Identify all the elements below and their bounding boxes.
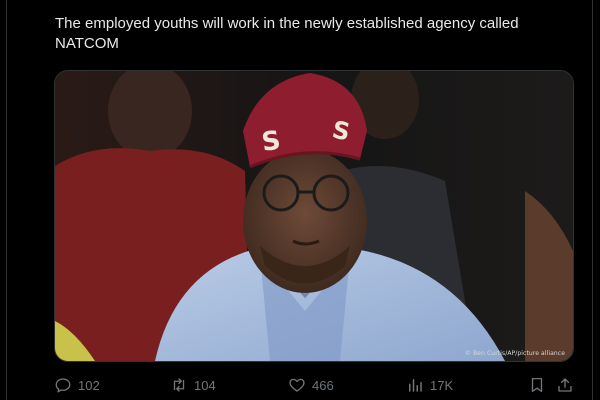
photo-illustration: S S (55, 71, 573, 361)
views-count: 17K (430, 377, 454, 393)
photo-credit: © Ben Curtis/AP/picture alliance (464, 350, 565, 357)
bookmark-icon (528, 376, 546, 394)
timeline-border-right (592, 0, 593, 400)
reply-icon (54, 376, 72, 394)
bookmark-button[interactable] (528, 372, 546, 398)
retweet-count: 104 (194, 377, 216, 393)
timeline-border-left (6, 0, 7, 400)
retweet-icon (170, 376, 188, 394)
like-count: 466 (312, 377, 334, 393)
reply-count: 102 (78, 377, 100, 393)
tweet-photo[interactable]: S S © Ben Curtis/AP/picture alliance (54, 70, 574, 362)
like-button[interactable]: 466 (288, 372, 334, 398)
heart-icon (288, 376, 306, 394)
reply-button[interactable]: 102 (54, 372, 100, 398)
share-icon (556, 376, 574, 394)
tweet-actions: 102 104 466 17K (54, 372, 574, 398)
tweet-screen: The employed youths will work in the new… (0, 0, 600, 400)
tweet-text: The employed youths will work in the new… (55, 15, 519, 52)
views-button[interactable]: 17K (406, 372, 453, 398)
views-icon (406, 376, 424, 394)
retweet-button[interactable]: 104 (170, 372, 216, 398)
face (243, 149, 367, 293)
share-button[interactable] (556, 372, 574, 398)
